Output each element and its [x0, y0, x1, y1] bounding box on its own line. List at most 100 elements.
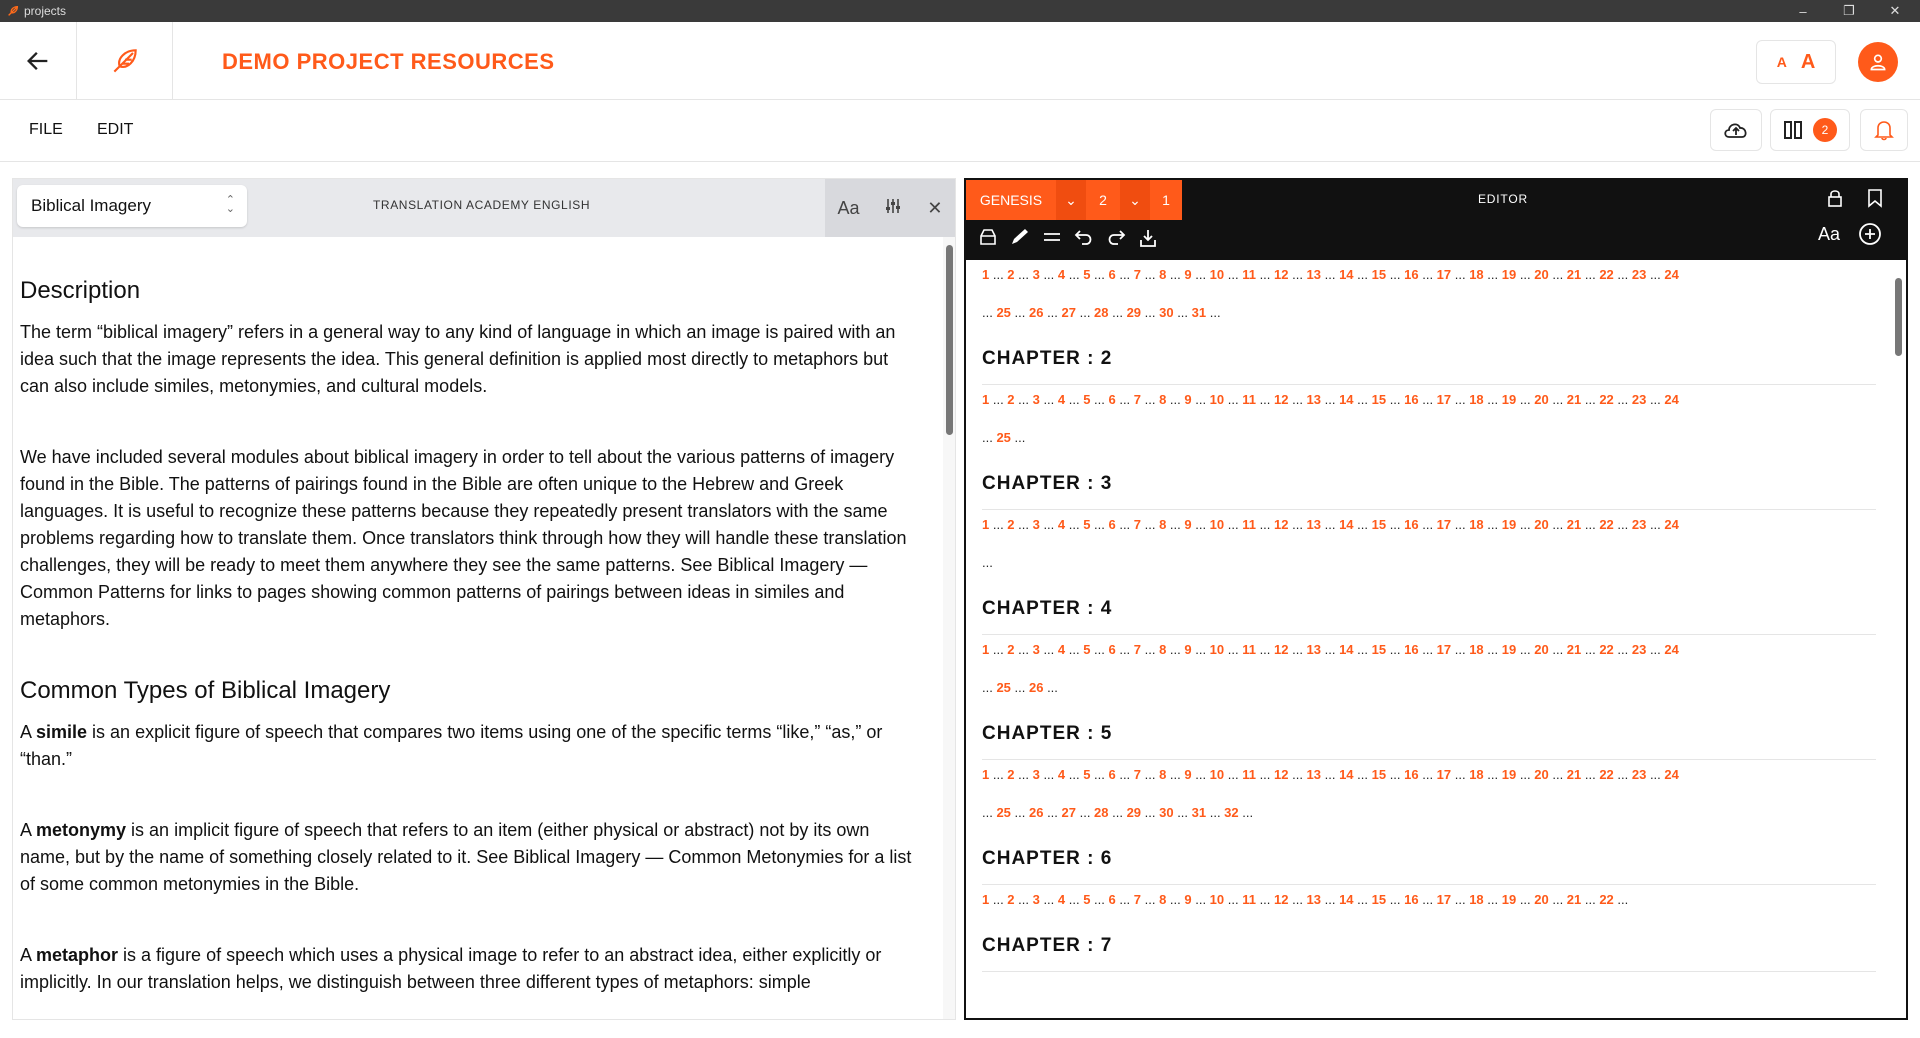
verse-number[interactable]: 7 [1134, 642, 1141, 657]
verse-number[interactable]: 17 [1437, 642, 1451, 657]
verse-select[interactable]: 1 [1150, 180, 1182, 220]
verse-number[interactable]: 19 [1502, 642, 1516, 657]
verse-number[interactable]: 4 [1058, 392, 1065, 407]
sliders-icon[interactable] [884, 197, 902, 220]
verse-number[interactable]: 15 [1372, 392, 1386, 407]
verse-number[interactable]: 26 [1029, 805, 1043, 820]
verse-number[interactable]: 18 [1469, 767, 1483, 782]
resource-select[interactable]: Biblical Imagery ⌃ ⌄ [17, 185, 247, 227]
font-increase-button[interactable]: A [1801, 51, 1815, 74]
verse-number[interactable]: 31 [1192, 805, 1206, 820]
verse-number[interactable]: 10 [1210, 517, 1224, 532]
chevron-down-icon[interactable]: ⌄ [1056, 180, 1086, 220]
verse-number[interactable]: 21 [1567, 267, 1581, 282]
verse-number[interactable]: 12 [1274, 267, 1288, 282]
verse-number[interactable]: 23 [1632, 642, 1646, 657]
verse-number[interactable]: 24 [1664, 267, 1678, 282]
verse-number[interactable]: 6 [1108, 767, 1115, 782]
verse-number[interactable]: 5 [1083, 892, 1090, 907]
verse-number[interactable]: 13 [1307, 892, 1321, 907]
verse-number[interactable]: 11 [1242, 267, 1256, 282]
verse-number[interactable]: 17 [1437, 767, 1451, 782]
verse-number[interactable]: 20 [1534, 267, 1548, 282]
verse-number[interactable]: 4 [1058, 892, 1065, 907]
verse-number[interactable]: 20 [1534, 642, 1548, 657]
verse-number[interactable]: 3 [1033, 267, 1040, 282]
verse-number[interactable]: 7 [1134, 267, 1141, 282]
verse-number[interactable]: 8 [1159, 767, 1166, 782]
verse-number[interactable]: 8 [1159, 267, 1166, 282]
pencil-icon[interactable] [1010, 228, 1030, 251]
verse-number[interactable]: 7 [1134, 767, 1141, 782]
verse-number[interactable]: 10 [1210, 767, 1224, 782]
verse-number[interactable]: 5 [1083, 392, 1090, 407]
verse-number[interactable]: 15 [1372, 892, 1386, 907]
verse-number[interactable]: 18 [1469, 517, 1483, 532]
font-decrease-button[interactable]: A [1777, 54, 1787, 70]
chevron-down-icon[interactable]: ⌄ [1120, 180, 1150, 220]
chapter-select[interactable]: 2 [1086, 180, 1120, 220]
verse-number[interactable]: 6 [1108, 517, 1115, 532]
verse-number[interactable]: 1 [982, 892, 989, 907]
verse-number[interactable]: 13 [1307, 642, 1321, 657]
verse-number[interactable]: 10 [1210, 392, 1224, 407]
menu-file[interactable]: FILE [29, 121, 63, 139]
verse-number[interactable]: 9 [1184, 392, 1191, 407]
verse-number[interactable]: 27 [1062, 805, 1076, 820]
verse-number[interactable]: 28 [1094, 805, 1108, 820]
minimize-button[interactable]: – [1780, 0, 1826, 22]
verse-number[interactable]: 7 [1134, 392, 1141, 407]
editor-font-button[interactable]: Aa [1818, 224, 1840, 245]
verse-number[interactable]: 1 [982, 767, 989, 782]
verse-number[interactable]: 9 [1184, 767, 1191, 782]
verse-number[interactable]: 18 [1469, 642, 1483, 657]
verse-number[interactable]: 27 [1062, 305, 1076, 320]
notifications-button[interactable] [1860, 109, 1908, 151]
verse-number[interactable]: 6 [1108, 892, 1115, 907]
verse-number[interactable]: 4 [1058, 642, 1065, 657]
save-download-icon[interactable] [1138, 228, 1158, 253]
bookmark-icon[interactable] [1866, 188, 1884, 213]
verse-number[interactable]: 11 [1242, 892, 1256, 907]
verse-number[interactable]: 3 [1033, 892, 1040, 907]
verse-number[interactable]: 29 [1127, 305, 1141, 320]
verse-number[interactable]: 11 [1242, 642, 1256, 657]
verse-number[interactable]: 21 [1567, 767, 1581, 782]
verse-number[interactable]: 14 [1339, 267, 1353, 282]
equals-icon[interactable] [1042, 230, 1062, 249]
verse-number[interactable]: 9 [1184, 517, 1191, 532]
verse-number[interactable]: 2 [1007, 267, 1014, 282]
verse-number[interactable]: 13 [1307, 517, 1321, 532]
verse-number[interactable]: 14 [1339, 767, 1353, 782]
verse-number[interactable]: 18 [1469, 267, 1483, 282]
verse-number[interactable]: 21 [1567, 892, 1581, 907]
verse-number[interactable]: 17 [1437, 267, 1451, 282]
maximize-button[interactable]: ❐ [1826, 0, 1872, 22]
verse-number[interactable]: 3 [1033, 642, 1040, 657]
verse-number[interactable]: 2 [1007, 892, 1014, 907]
verse-number[interactable]: 19 [1502, 267, 1516, 282]
verse-number[interactable]: 4 [1058, 767, 1065, 782]
verse-number[interactable]: 11 [1242, 767, 1256, 782]
verse-number[interactable]: 29 [1127, 805, 1141, 820]
verse-number[interactable]: 21 [1567, 517, 1581, 532]
verse-number[interactable]: 23 [1632, 517, 1646, 532]
verse-number[interactable]: 13 [1307, 392, 1321, 407]
verse-number[interactable]: 20 [1534, 517, 1548, 532]
verse-number[interactable]: 9 [1184, 892, 1191, 907]
verse-number[interactable]: 18 [1469, 892, 1483, 907]
font-size-toggle[interactable]: A A [1756, 40, 1836, 84]
verse-number[interactable]: 24 [1664, 767, 1678, 782]
verse-number[interactable]: 19 [1502, 517, 1516, 532]
verse-number[interactable]: 23 [1632, 392, 1646, 407]
verse-number[interactable]: 22 [1599, 642, 1613, 657]
archive-icon[interactable] [978, 228, 998, 251]
font-settings-button[interactable]: Aa [837, 198, 859, 219]
close-pane-icon[interactable]: ✕ [927, 198, 942, 219]
verse-number[interactable]: 17 [1437, 517, 1451, 532]
verse-number[interactable]: 16 [1404, 392, 1418, 407]
verse-number[interactable]: 2 [1007, 392, 1014, 407]
verse-number[interactable]: 12 [1274, 392, 1288, 407]
verse-number[interactable]: 20 [1534, 392, 1548, 407]
verse-number[interactable]: 12 [1274, 517, 1288, 532]
